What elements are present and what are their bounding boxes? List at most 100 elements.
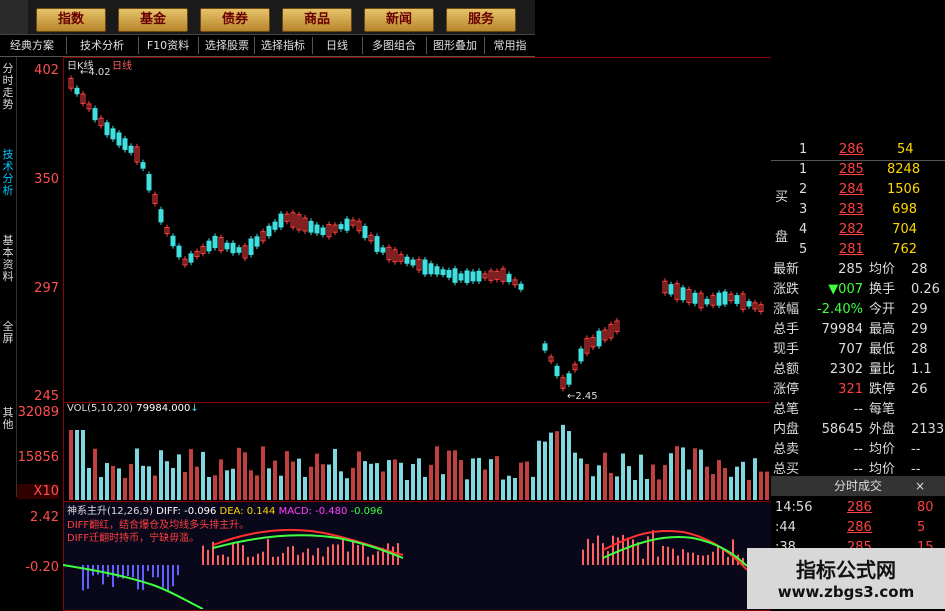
volume-bar	[573, 452, 577, 500]
candle-body	[446, 269, 452, 278]
quote-label: 内盘	[773, 422, 800, 437]
volume-bar	[711, 474, 715, 500]
volume-bar	[639, 454, 643, 500]
quote-label-2: 今开	[869, 302, 896, 317]
candle-body	[452, 268, 458, 283]
menu-index-button[interactable]: 指数	[36, 8, 106, 32]
toolbar-multi-chart[interactable]: 多图组合	[362, 37, 425, 54]
volume-bar	[99, 477, 103, 500]
quote-value-2: 26	[911, 382, 928, 397]
quote-row: 涨停 321 跌停 26	[771, 380, 945, 400]
toolbar-select-stock[interactable]: 选择股票	[198, 37, 255, 54]
volume-bar	[417, 458, 421, 500]
quote-value: 321	[838, 382, 863, 397]
side-tab-other[interactable]: 其他	[0, 407, 16, 431]
volume-bar	[87, 467, 91, 500]
candle-body	[428, 263, 434, 275]
volume-bar	[765, 471, 769, 500]
candle-body	[734, 295, 740, 304]
volume-bar	[597, 465, 601, 500]
volume-bar	[549, 432, 553, 500]
ticks-panel-title: 分时成交	[833, 479, 882, 493]
indicator-tick-zero: -0.20	[25, 560, 59, 575]
toolbar-technical-analysis[interactable]: 技术分析	[66, 37, 137, 54]
candle-body	[458, 273, 464, 281]
ask-level: 1	[799, 142, 808, 157]
toolbar-classic-scheme[interactable]: 经典方案	[0, 37, 64, 54]
side-tab-fundamental[interactable]: 基本资料	[0, 235, 16, 283]
volume-bar	[591, 476, 595, 500]
candle-body	[596, 330, 602, 347]
side-tab-fullscreen[interactable]: 全屏	[0, 321, 16, 345]
volume-bar	[459, 460, 463, 500]
toolbar-common[interactable]: 常用指	[484, 37, 535, 54]
price-tick-350: 350	[34, 172, 59, 187]
bid-level: 1	[799, 162, 808, 177]
quote-label: 涨停	[773, 382, 800, 397]
quote-label: 涨跌	[773, 282, 800, 297]
volume-bar	[435, 446, 439, 500]
bid-price: 283	[839, 202, 864, 217]
menu-commodity-button[interactable]: 商品	[282, 8, 352, 32]
volume-bar	[363, 461, 367, 500]
volume-bar	[357, 451, 361, 500]
candles	[68, 75, 764, 392]
menu-bond-button[interactable]: 债券	[200, 8, 270, 32]
volume-bar	[213, 475, 217, 500]
volume-bar	[207, 476, 211, 500]
bid-price: 285	[839, 162, 864, 177]
menu-fund-button[interactable]: 基金	[118, 8, 188, 32]
candle-body	[464, 270, 470, 283]
bid-price: 282	[839, 222, 864, 237]
volume-bar	[657, 479, 661, 500]
volume-bar	[321, 464, 325, 500]
candle-body	[566, 373, 572, 385]
bid-price: 281	[839, 242, 864, 257]
side-tab-intraday[interactable]: 分时走势	[0, 63, 16, 111]
quote-value-2: --	[911, 442, 921, 457]
bid-row: 5 281 762	[771, 240, 945, 260]
toolbar-overlay[interactable]: 图形叠加	[426, 37, 483, 54]
volume-bar	[297, 458, 301, 500]
quote-label: 总额	[773, 362, 800, 377]
side-tab-technical[interactable]: 技术分析	[0, 149, 16, 197]
volume-bar	[483, 469, 487, 500]
volume-bar	[699, 449, 703, 500]
volume-bar	[375, 463, 379, 500]
bid-level: 4	[799, 222, 808, 237]
volume-bar	[399, 462, 403, 500]
volume-bar	[753, 458, 757, 500]
close-icon[interactable]: ×	[915, 476, 925, 496]
volume-bar	[93, 448, 97, 500]
volume-bar	[579, 458, 583, 500]
toolbar-f10[interactable]: F10资料	[138, 37, 197, 54]
candle-body	[722, 291, 728, 305]
menu-news-button[interactable]: 新闻	[364, 8, 434, 32]
menu-service-button[interactable]: 服务	[446, 8, 516, 32]
watermark: 指标公式网 www.zbgs3.com	[747, 548, 945, 609]
volume-bar	[105, 463, 109, 500]
volume-bar	[303, 476, 307, 500]
volume-bar	[609, 472, 613, 500]
quote-value: 2302	[829, 362, 863, 377]
volume-bar	[543, 441, 547, 500]
toolbar-period-daily[interactable]: 日线	[312, 37, 361, 54]
volume-bar	[405, 479, 409, 500]
volume-bar	[351, 467, 355, 500]
volume-bar	[201, 451, 205, 500]
candle-body	[254, 236, 260, 247]
volume-bar	[267, 468, 271, 500]
candle-body	[248, 238, 254, 255]
tick-row: :44 286 5	[771, 518, 945, 538]
candle-body	[188, 253, 194, 263]
candle-body	[668, 284, 674, 295]
candle-body	[128, 145, 134, 153]
volume-bar	[705, 466, 709, 500]
toolbar-select-indicator[interactable]: 选择指标	[254, 37, 311, 54]
volume-bar	[393, 459, 397, 500]
tick-time: :44	[775, 520, 796, 535]
price-tick-245: 245	[34, 389, 59, 404]
volume-bar	[441, 474, 445, 500]
quote-label: 总卖	[773, 442, 800, 457]
candle-body	[554, 365, 560, 377]
